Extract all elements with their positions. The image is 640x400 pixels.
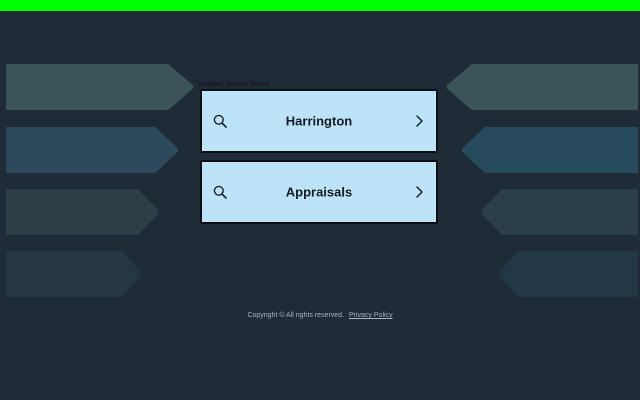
related-search-label: Harrington [285,113,353,129]
decorative-arrow-right-2 [460,125,640,175]
arrow-fill [482,189,638,235]
related-searches-label: Related Search Topics [199,81,269,88]
chevron-right-icon [416,115,423,127]
decorative-arrow-left-4 [0,249,142,299]
decorative-arrow-right-4 [498,249,640,299]
chevron-right-icon [416,186,423,198]
arrow-fill [462,127,638,173]
decorative-arrow-right-3 [480,187,640,237]
arrow-fill [6,127,178,173]
related-search-card-appraisals[interactable]: Appraisals [200,160,438,224]
decorative-arrow-left-3 [0,187,160,237]
top-accent-bar [0,0,640,11]
copyright-text: Copyright © All rights reserved. [247,312,345,319]
arrow-fill [500,251,638,297]
privacy-policy-link[interactable]: Privacy Policy [349,312,393,319]
arrow-fill [6,251,140,297]
related-search-card-harrington[interactable]: Harrington [200,89,438,153]
decorative-arrow-left-1 [0,62,195,112]
arrow-fill [6,189,158,235]
decorative-arrow-left-2 [0,125,180,175]
page: Related Search Topics Harrington Apprais… [0,0,640,400]
footer: Copyright © All rights reserved. Privacy… [0,312,640,319]
decorative-arrow-right-1 [445,62,640,112]
arrow-fill [447,64,638,110]
related-search-label: Appraisals [285,184,353,200]
arrow-fill [6,64,193,110]
